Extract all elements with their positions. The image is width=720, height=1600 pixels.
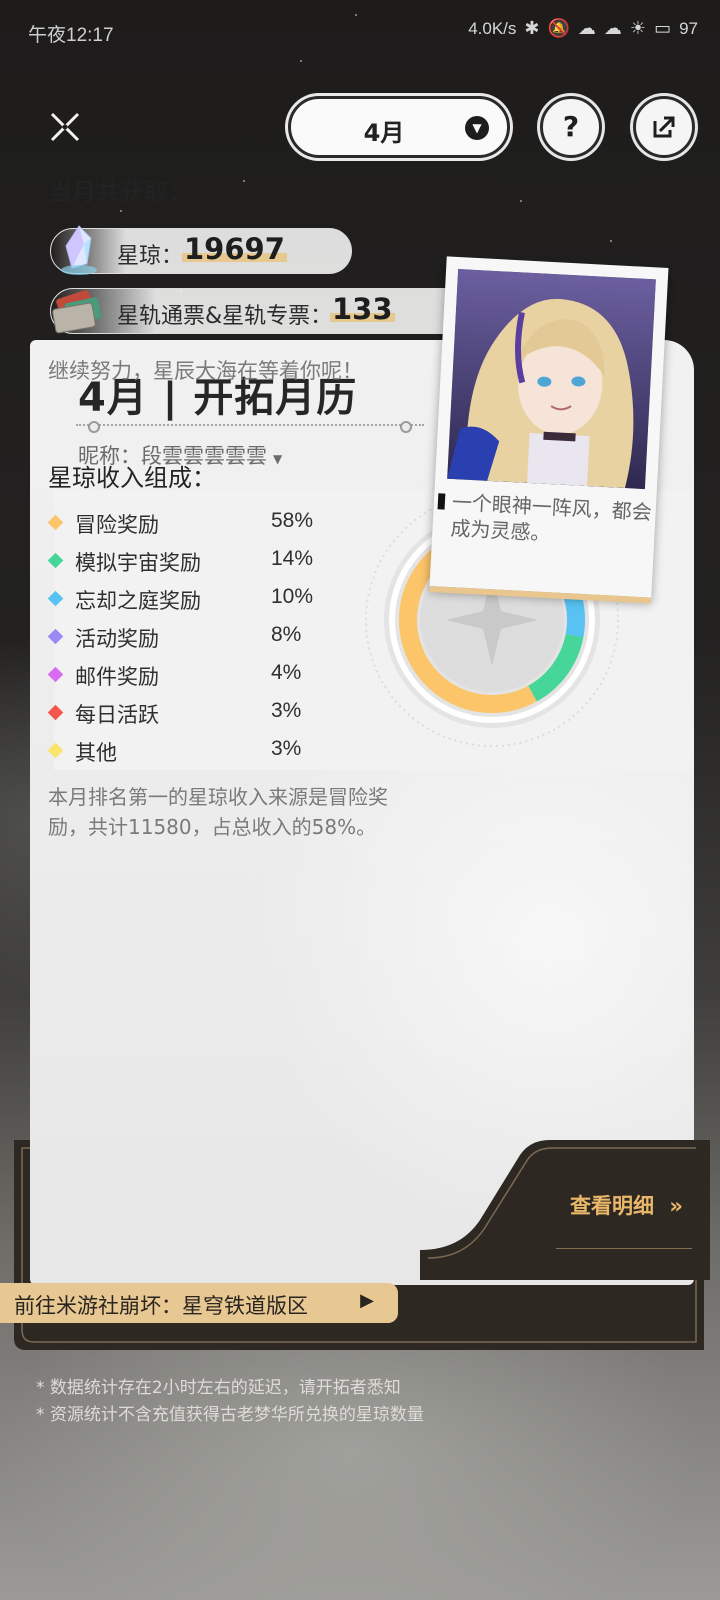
legend-label: 邮件奖励: [75, 665, 159, 689]
top-source-summary: 本月排名第一的星琼收入来源是冒险奖励，共计11580，占总收入的58%。: [48, 785, 388, 839]
caret-down-icon: ▼: [273, 452, 283, 466]
legend-percent: 8%: [271, 623, 302, 646]
month-dropdown[interactable]: 4月 ▼: [288, 96, 510, 158]
close-x-icon: [50, 112, 80, 142]
status-bar: 午夜12:17 4.0K/s ✱ 🔕 ☁ ☁ ☀ ▭ 97: [0, 0, 720, 62]
star-rail-pass-icon: [52, 290, 102, 334]
character-portrait-card: 一个眼神一阵风，都会成为灵感。: [429, 256, 669, 598]
chevron-down-icon: ▼: [465, 116, 489, 140]
legend-diamond-icon: [47, 628, 64, 645]
wifi-cloud-icon: ☁: [577, 18, 596, 38]
pass-value: 133: [330, 292, 395, 326]
legend-row: 模拟宇宙奖励 14%: [47, 543, 313, 581]
network-speed: 4.0K/s: [468, 18, 517, 38]
legend-diamond-icon: [47, 666, 64, 683]
character-portrait-image: [447, 269, 656, 490]
legend-percent: 58%: [271, 509, 314, 532]
footnote-exclusion: * 资源统计不含充值获得古老梦华所兑换的星琼数量: [36, 1405, 424, 1425]
legend-diamond-icon: [47, 552, 64, 569]
legend-row: 邮件奖励 4%: [47, 657, 308, 695]
status-time: 午夜12:17: [28, 25, 114, 46]
legend-percent: 3%: [271, 737, 302, 760]
legend-percent: 10%: [271, 585, 314, 608]
view-details-link[interactable]: 查看明细 »: [570, 1190, 683, 1220]
legend-label: 忘却之庭奖励: [75, 589, 201, 613]
composition-header: 星琼收入组成：: [48, 464, 216, 492]
quote-mark: [437, 493, 446, 510]
stellar-jade-icon: [61, 225, 97, 275]
double-chevron-right-icon: »: [669, 1194, 683, 1218]
legend-row: 活动奖励 8%: [47, 619, 308, 657]
legend-row: 每日活跃 3%: [47, 695, 308, 733]
month-dropdown-label: 4月: [363, 119, 405, 147]
share-export-icon: [653, 116, 675, 138]
legend-diamond-icon: [47, 590, 64, 607]
forum-link-button[interactable]: 前往米游社崩坏：星穹铁道版区 ▶: [0, 1283, 398, 1323]
legend-label: 冒险奖励: [75, 513, 159, 537]
bluetooth-icon: ✱: [524, 18, 540, 38]
legend-row: 其他 3%: [47, 733, 308, 771]
footnote-delay: * 数据统计存在2小时左右的延迟，请开拓者悉知: [36, 1378, 401, 1398]
legend-diamond-icon: [47, 514, 64, 531]
wifi-cloud-icon-2: ☁: [603, 18, 622, 38]
forum-link-label: 前往米游社崩坏：星穹铁道版区: [14, 1294, 308, 1318]
battery-icon: ▭: [654, 18, 672, 38]
view-details-label: 查看明细: [570, 1194, 654, 1218]
status-icons: 4.0K/s ✱ 🔕 ☁ ☁ ☀ ▭ 97: [468, 18, 698, 39]
sun-icon: ☀: [629, 18, 647, 38]
details-underline: [556, 1248, 692, 1249]
help-button[interactable]: ?: [540, 96, 602, 158]
legend-row: 忘却之庭奖励 10%: [47, 581, 313, 619]
legend-label: 其他: [75, 741, 117, 765]
stellar-jade-value: 19697: [182, 232, 287, 266]
battery-level: 97: [679, 18, 698, 38]
composition-legend: 冒险奖励 58% 模拟宇宙奖励 14% 忘却之庭奖励 10% 活动奖励 8% 邮件奖励 4% 每日活…: [47, 505, 313, 771]
pass-label: 星轨通票&星轨专票：: [117, 304, 333, 329]
legend-diamond-icon: [47, 704, 64, 721]
close-button[interactable]: [38, 100, 92, 154]
stellar-jade-label: 星琼：: [117, 244, 184, 269]
legend-label: 模拟宇宙奖励: [75, 551, 201, 575]
legend-row: 冒险奖励 58%: [47, 505, 313, 543]
mute-bell-icon: 🔕: [547, 18, 570, 38]
character-quote: 一个眼神一阵风，都会成为灵感。: [449, 490, 653, 546]
earned-header: 当月共获取：: [48, 178, 192, 206]
legend-percent: 3%: [271, 699, 302, 722]
legend-label: 活动奖励: [75, 627, 159, 651]
encouragement-text: 继续努力，星辰大海在等着你呢！: [48, 359, 363, 383]
legend-label: 每日活跃: [75, 703, 159, 727]
play-arrow-icon: ▶: [360, 1290, 374, 1311]
legend-percent: 4%: [271, 661, 302, 684]
legend-percent: 14%: [271, 547, 314, 570]
legend-diamond-icon: [47, 742, 64, 759]
share-button[interactable]: [633, 96, 695, 158]
title-divider: [76, 421, 424, 433]
